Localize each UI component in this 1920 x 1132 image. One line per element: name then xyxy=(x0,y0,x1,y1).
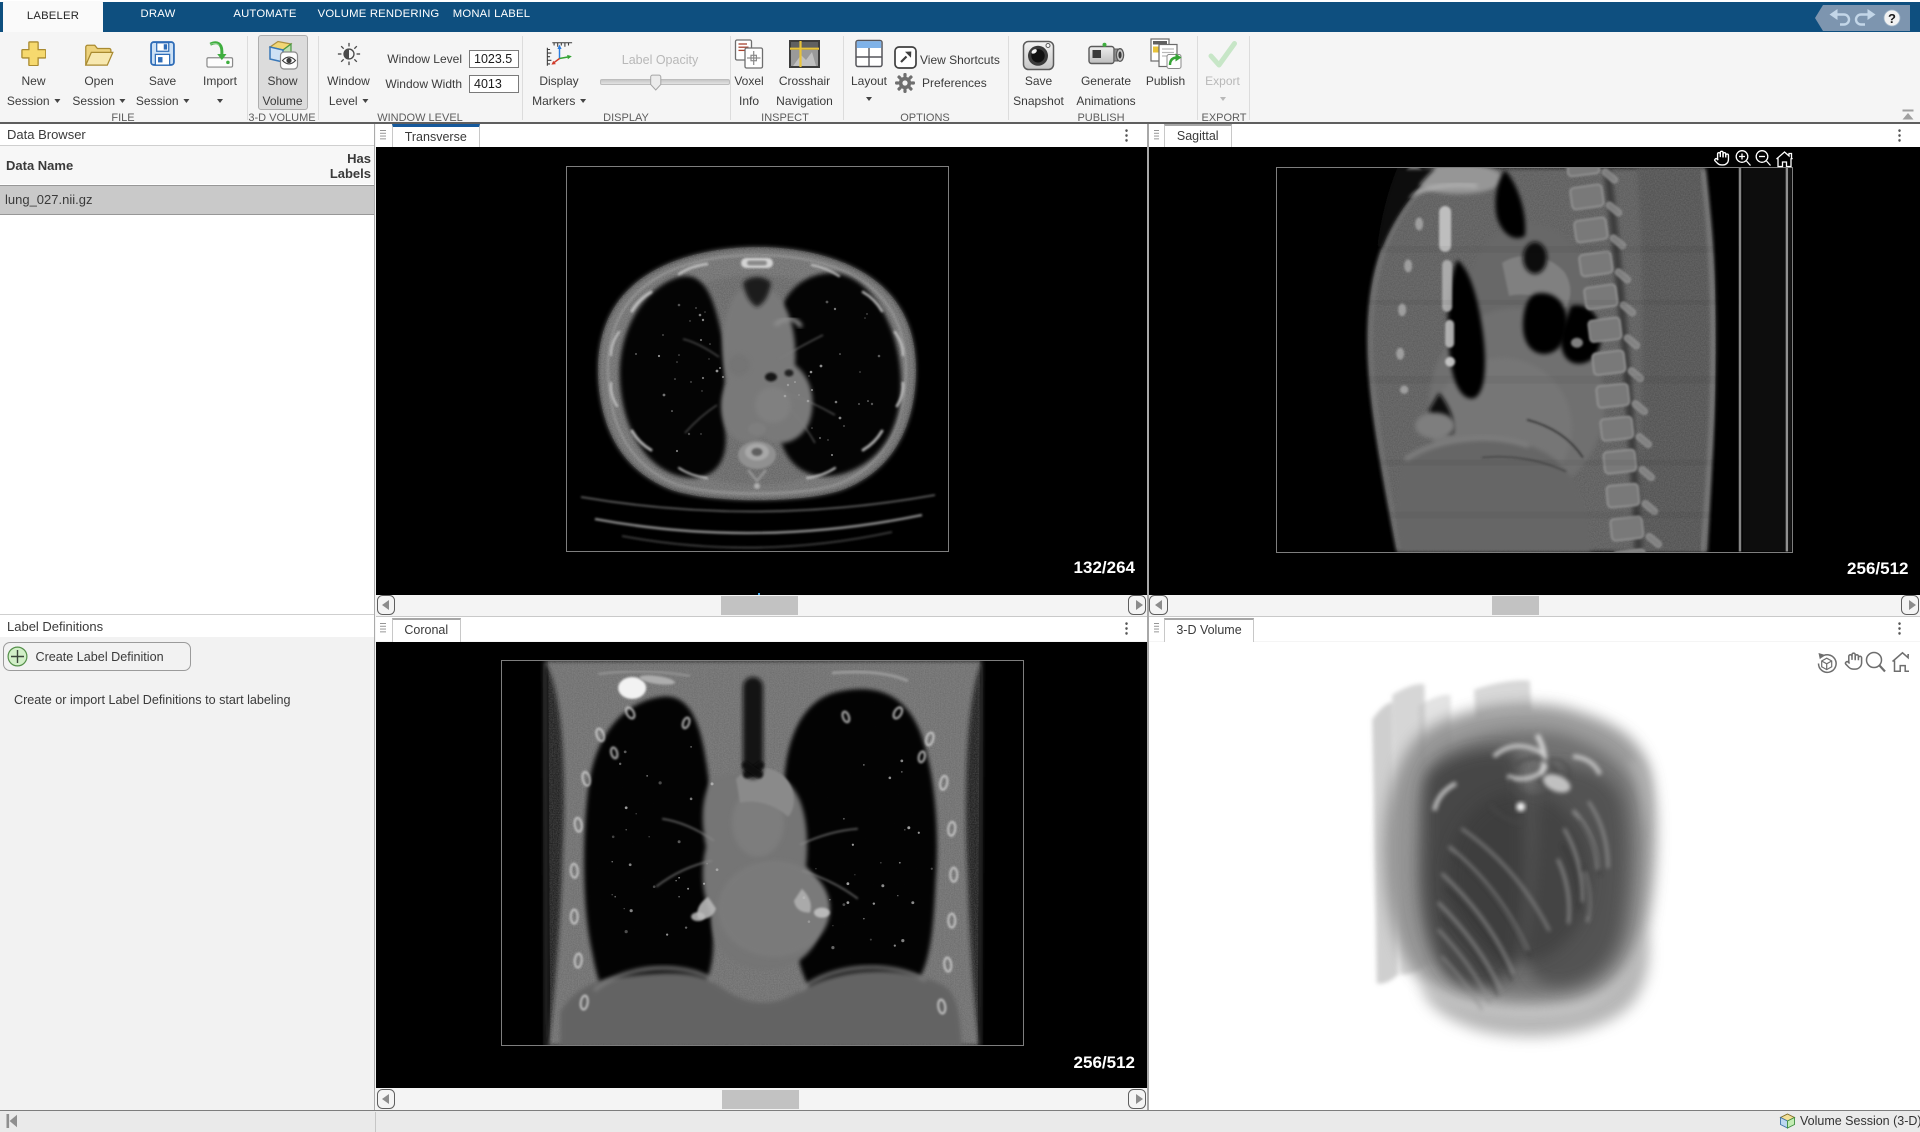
svg-text:?: ? xyxy=(1888,10,1896,25)
